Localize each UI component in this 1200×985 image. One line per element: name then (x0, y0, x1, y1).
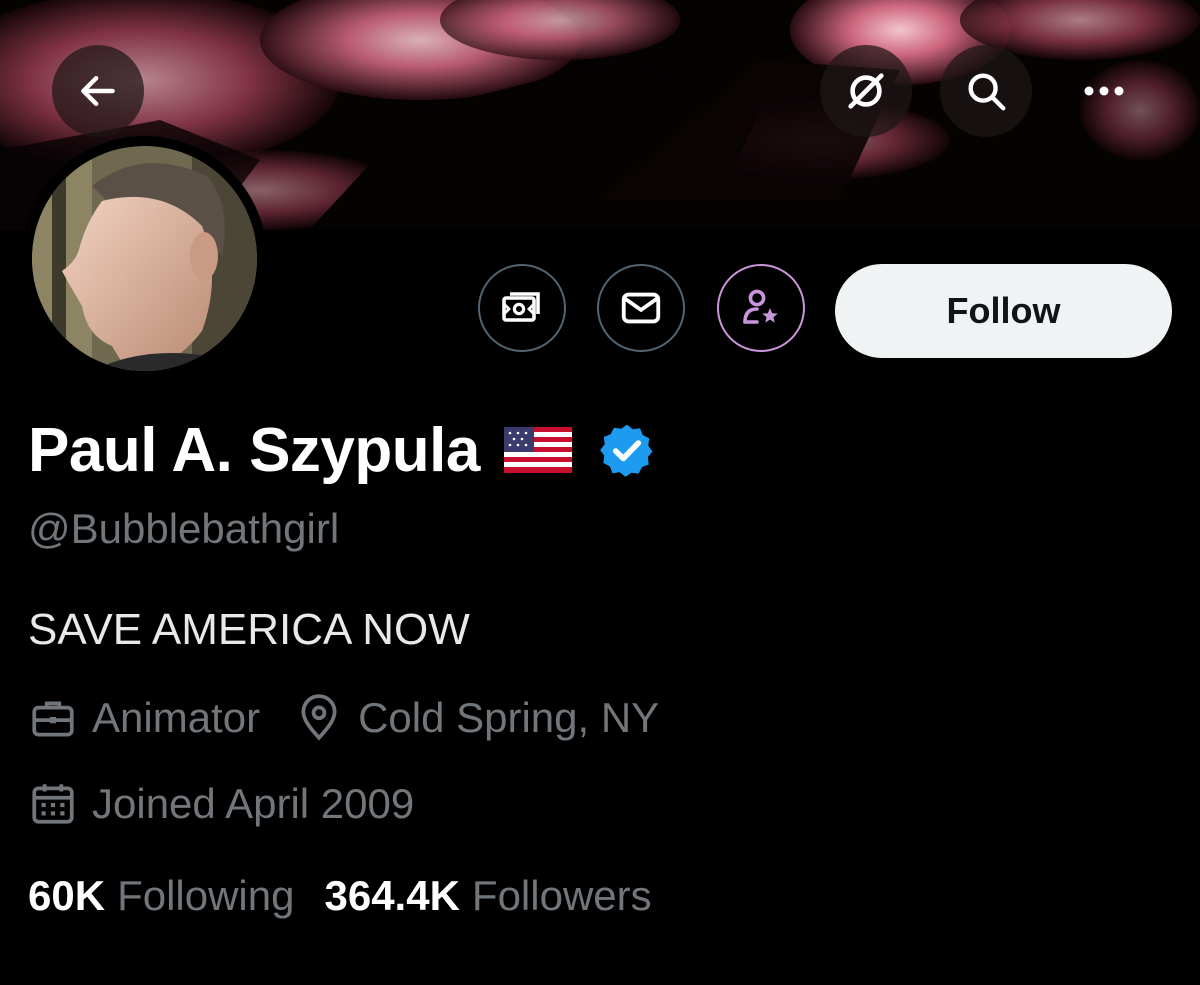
briefcase-icon (32, 701, 74, 737)
profession-text: Animator (92, 694, 261, 741)
followers-label: Followers (471, 872, 652, 919)
followers-link[interactable]: 364.4K Followers (324, 872, 651, 920)
calendar-icon (32, 784, 74, 824)
joined-row: Joined April 2009 (28, 779, 448, 829)
following-label: Following (117, 872, 295, 919)
envelope-icon (621, 292, 661, 324)
followers-count: 364.4K (324, 872, 460, 919)
arrow-left-icon (81, 75, 115, 107)
search-button[interactable] (940, 45, 1032, 137)
follow-stats: 60K Following 364.4K Followers (28, 872, 682, 920)
us-flag-icon (503, 427, 572, 473)
following-count: 60K (28, 872, 106, 919)
profession-item: Animator (28, 693, 260, 743)
avatar[interactable] (22, 136, 267, 381)
bio-text: SAVE AMERICA NOW (28, 605, 470, 654)
joined-text: Joined April 2009 (92, 780, 415, 827)
more-options-button[interactable] (1058, 45, 1150, 137)
back-button[interactable] (52, 45, 144, 137)
following-link[interactable]: 60K Following (28, 872, 294, 920)
subscribe-button[interactable] (717, 264, 805, 352)
follow-button[interactable]: Follow (835, 264, 1172, 358)
profile-meta-row: Animator Cold Spring, NY (28, 693, 693, 743)
avatar-image (32, 146, 257, 371)
name-row: Paul A. Szypula (28, 410, 656, 490)
location-text: Cold Spring, NY (358, 694, 660, 741)
tip-button[interactable] (478, 264, 566, 352)
location-pin-icon (301, 694, 337, 741)
display-name: Paul A. Szypula (28, 415, 480, 485)
money-icon (502, 292, 540, 322)
verified-badge-icon[interactable] (598, 421, 656, 479)
more-horizontal-icon (1084, 86, 1124, 96)
location-item: Cold Spring, NY (294, 693, 659, 743)
search-icon (968, 73, 1006, 111)
grok-icon (848, 73, 884, 109)
grok-button[interactable] (820, 45, 912, 137)
username-handle: @Bubblebathgirl (28, 505, 340, 552)
message-button[interactable] (597, 264, 685, 352)
joined-item: Joined April 2009 (28, 779, 414, 829)
person-star-icon (743, 289, 778, 324)
